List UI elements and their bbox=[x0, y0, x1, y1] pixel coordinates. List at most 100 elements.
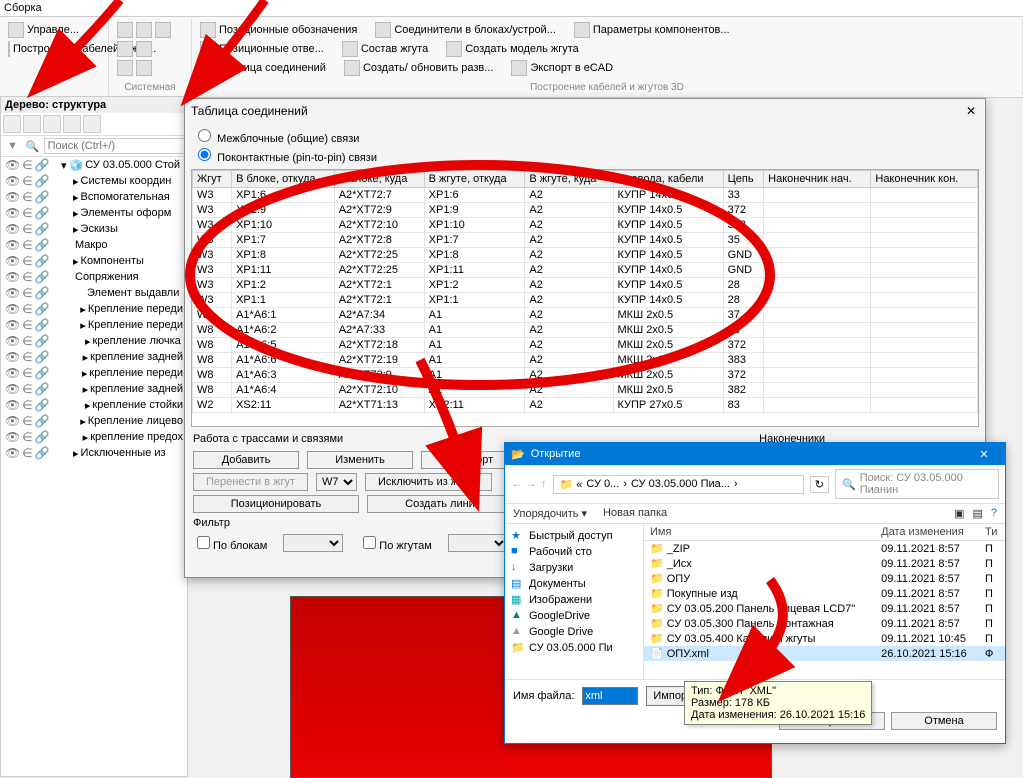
col-header[interactable]: Провода, кабели bbox=[613, 171, 723, 188]
tree-item[interactable]: 👁∈🔗▸ крепление стойки bbox=[1, 397, 187, 413]
sys-icon-3[interactable] bbox=[155, 22, 171, 38]
exclude-button[interactable]: Исключить из жгута bbox=[365, 473, 492, 491]
table-row[interactable]: W3XP1:10A2*XT72:10XP1:10A2КУПР 14x0.5382 bbox=[193, 218, 978, 233]
open-close-icon[interactable]: ✕ bbox=[969, 446, 999, 462]
refresh-icon[interactable]: ↻ bbox=[810, 476, 829, 493]
tree-item[interactable]: 👁∈🔗▸ крепление задней bbox=[1, 349, 187, 365]
help-icon[interactable]: ? bbox=[991, 507, 997, 520]
sidebar-item[interactable]: ★Быстрый доступ bbox=[509, 528, 639, 544]
radio-interblock[interactable]: Межблочные (общие) связи bbox=[193, 133, 359, 145]
sys-icon-1[interactable] bbox=[117, 22, 133, 38]
tree-tool-4[interactable] bbox=[63, 115, 81, 133]
tree-item[interactable]: 👁∈🔗▸ крепление переди bbox=[1, 365, 187, 381]
tree-item[interactable]: 👁∈🔗▸ Крепление лицево bbox=[1, 413, 187, 429]
cancel-button[interactable]: Отмена bbox=[891, 712, 997, 730]
file-row[interactable]: 📁 ОПУ09.11.2021 8:57П bbox=[644, 571, 1005, 586]
tree-item[interactable]: 👁∈🔗▸ Системы координ bbox=[1, 173, 187, 189]
ribbon-comp-params[interactable]: Параметры компонентов... bbox=[572, 21, 732, 39]
tree-tool-2[interactable] bbox=[23, 115, 41, 133]
nav-fwd-icon[interactable]: → bbox=[526, 478, 537, 490]
ribbon-pos-resp[interactable]: Позиционные отве... bbox=[198, 40, 326, 58]
nav-back-icon[interactable]: ← bbox=[511, 478, 522, 490]
filter-icon[interactable]: ▼ bbox=[3, 140, 22, 152]
table-row[interactable]: W3XP1:11A2*XT72:25XP1:11A2КУПР 14x0.5GND bbox=[193, 263, 978, 278]
view-icon[interactable]: ▣ bbox=[954, 507, 964, 520]
tree-tool-1[interactable] bbox=[3, 115, 21, 133]
harness-filter-select[interactable] bbox=[448, 534, 508, 552]
col-header[interactable]: Цепь bbox=[723, 171, 764, 188]
ribbon-manage[interactable]: Управле... bbox=[6, 21, 102, 39]
file-row[interactable]: 📁 СУ 03.05.300 Панель монтажная09.11.202… bbox=[644, 616, 1005, 631]
table-row[interactable]: W8A1*A6:5A2*XT72:18A1A2МКШ 2x0.5372 bbox=[193, 338, 978, 353]
tree-item[interactable]: 👁∈🔗▸ Исключенные из bbox=[1, 445, 187, 461]
col-header[interactable]: В блоке, куда bbox=[334, 171, 424, 188]
tree-item[interactable]: 👁∈🔗 Макро bbox=[1, 237, 187, 253]
ribbon-create-update[interactable]: Создать/ обновить разв... bbox=[342, 59, 496, 77]
table-row[interactable]: W8A1*A6:1A2*A7:34A1A2МКШ 2x0.537 bbox=[193, 308, 978, 323]
table-row[interactable]: W3XP1:1A2*XT72:1XP1:1A2КУПР 14x0.528 bbox=[193, 293, 978, 308]
create-line-button[interactable]: Создать лини bbox=[367, 495, 513, 513]
col-header[interactable]: Жгут bbox=[193, 171, 232, 188]
new-folder-button[interactable]: Новая папка bbox=[603, 507, 667, 520]
tree-item[interactable]: 👁∈🔗▸ крепление лючка bbox=[1, 333, 187, 349]
cb-by-blocks[interactable]: По блокам bbox=[193, 533, 267, 552]
file-row[interactable]: 📁 СУ 03.05.400 Кабели и жгуты09.11.2021 … bbox=[644, 631, 1005, 646]
radio-pin-to-pin[interactable]: Поконтактные (pin-to-pin) связи bbox=[193, 152, 377, 164]
close-icon[interactable]: ✕ bbox=[963, 103, 979, 119]
tree-search-input[interactable] bbox=[44, 138, 194, 154]
tree-item[interactable]: 👁∈🔗 Элемент выдавли bbox=[1, 285, 187, 301]
sys-icon-2[interactable] bbox=[136, 22, 152, 38]
table-row[interactable]: W8A1*A6:6A2*XT72:19A1A2МКШ 2x0.5383 bbox=[193, 353, 978, 368]
sidebar-item[interactable]: ▲GoogleDrive bbox=[509, 608, 639, 624]
file-row[interactable]: 📁 _Исх09.11.2021 8:57П bbox=[644, 556, 1005, 571]
edit-button[interactable]: Изменить bbox=[307, 451, 413, 469]
nav-up-icon[interactable]: ↑ bbox=[541, 478, 547, 490]
organize-menu[interactable]: Упорядочить ▾ bbox=[513, 507, 587, 520]
table-row[interactable]: W3XP1:9A2*XT72:9XP1:9A2КУПР 14x0.5372 bbox=[193, 203, 978, 218]
move-to-harness-button[interactable]: Перенести в жгут bbox=[193, 473, 308, 491]
table-row[interactable]: W8A1*A6:2A2*A7:33A1A2МКШ 2x0.538 bbox=[193, 323, 978, 338]
sidebar-item[interactable]: ↓Загрузки bbox=[509, 560, 639, 576]
sys-icon-5[interactable] bbox=[136, 41, 152, 57]
col-header[interactable]: Наконечник нач. bbox=[764, 171, 871, 188]
col-header[interactable]: В блоке, откуда bbox=[232, 171, 335, 188]
ribbon-harness-content[interactable]: Состав жгута bbox=[340, 40, 430, 58]
col-header[interactable]: В жгуте, откуда bbox=[424, 171, 525, 188]
col-header[interactable]: В жгуте, куда bbox=[525, 171, 613, 188]
position-button[interactable]: Позиционировать bbox=[193, 495, 359, 513]
tree-item[interactable]: 👁∈🔗▸ крепление предох bbox=[1, 429, 187, 445]
connections-table-wrap[interactable]: ЖгутВ блоке, откудаВ блоке, кудаВ жгуте,… bbox=[191, 169, 979, 427]
file-search[interactable]: 🔍Поиск: СУ 03.05.000 Пианин bbox=[835, 469, 999, 499]
sidebar-item[interactable]: ▤Документы bbox=[509, 576, 639, 592]
table-row[interactable]: W8A1*A6:4A2*XT72:10A1A2МКШ 2x0.5382 bbox=[193, 383, 978, 398]
cb-by-harness[interactable]: По жгутам bbox=[359, 533, 432, 552]
tree-item[interactable]: 👁∈🔗▸ крепление задней bbox=[1, 381, 187, 397]
sidebar-item[interactable]: 📁СУ 03.05.000 Пи bbox=[509, 640, 639, 656]
table-row[interactable]: W3XP1:2A2*XT72:1XP1:2A2КУПР 14x0.528 bbox=[193, 278, 978, 293]
tree-item[interactable]: 👁∈🔗▸ Крепление переди bbox=[1, 301, 187, 317]
file-row[interactable]: 📄 ОПУ.xml26.10.2021 15:16Ф bbox=[644, 646, 1005, 661]
table-row[interactable]: W3XP1:7A2*XT72:8XP1:7A2КУПР 14x0.535 bbox=[193, 233, 978, 248]
details-icon[interactable]: ▤ bbox=[972, 507, 982, 520]
sys-icon-4[interactable] bbox=[117, 41, 133, 57]
file-row[interactable]: 📁 Покупные изд09.11.2021 8:57П bbox=[644, 586, 1005, 601]
tree-item[interactable]: 👁∈🔗▸ Эскизы bbox=[1, 221, 187, 237]
tree-tool-3[interactable] bbox=[43, 115, 61, 133]
add-button[interactable]: Добавить bbox=[193, 451, 299, 469]
tree-item[interactable]: 👁∈🔗▸ Вспомогательная bbox=[1, 189, 187, 205]
harness-select[interactable]: W7 bbox=[316, 473, 357, 491]
ribbon-conn-table[interactable]: Таблица соединений bbox=[198, 59, 328, 77]
sys-icon-6[interactable] bbox=[117, 60, 133, 76]
filename-input[interactable] bbox=[582, 687, 638, 705]
sys-icon-7[interactable] bbox=[136, 60, 152, 76]
tree-item[interactable]: 👁∈🔗▸ Компоненты bbox=[1, 253, 187, 269]
ribbon-build-cables[interactable]: Построение кабелей и жгу... bbox=[6, 40, 102, 58]
table-row[interactable]: W2XS2:11A2*XT71:13XS2:11A2КУПР 27x0.583 bbox=[193, 398, 978, 413]
file-list[interactable]: ИмяДата измененияТи📁 _ZIP09.11.2021 8:57… bbox=[644, 524, 1005, 679]
sidebar-item[interactable]: ▦Изображени bbox=[509, 592, 639, 608]
table-row[interactable]: W3XP1:8A2*XT72:25XP1:8A2КУПР 14x0.5GND bbox=[193, 248, 978, 263]
table-row[interactable]: W3XP1:6A2*XT72:7XP1:6A2КУПР 14x0.533 bbox=[193, 188, 978, 203]
sidebar-item[interactable]: ▲Google Drive bbox=[509, 624, 639, 640]
tree-item[interactable]: 👁∈🔗▸ Крепление переди bbox=[1, 317, 187, 333]
breadcrumb[interactable]: 📁 « СУ 0... › СУ 03.05.000 Пиа... › bbox=[553, 475, 804, 494]
